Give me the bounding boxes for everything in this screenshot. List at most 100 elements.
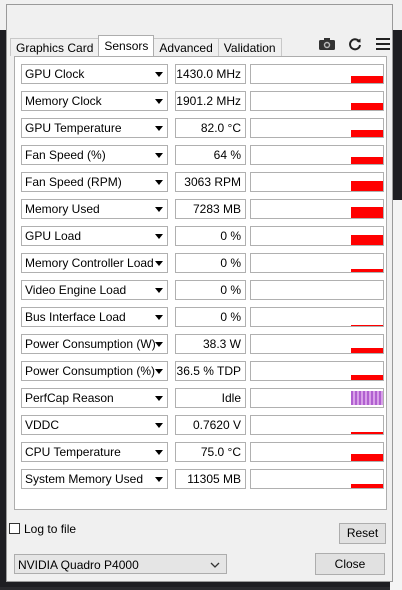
sensor-value: 3063 RPM <box>175 172 246 192</box>
dropdown-arrow-icon <box>155 99 163 104</box>
gpu-select[interactable]: NVIDIA Quadro P4000 <box>14 554 227 574</box>
sensor-row: Bus Interface Load 0 % <box>21 307 385 327</box>
sensor-value: 75.0 °C <box>175 442 246 462</box>
dropdown-arrow-icon <box>155 180 163 185</box>
sensor-name: Video Engine Load <box>25 283 127 297</box>
sensor-row: Memory Clock 1901.2 MHz <box>21 91 385 111</box>
sensor-name: System Memory Used <box>25 472 144 486</box>
sensor-graph <box>250 226 384 246</box>
dropdown-arrow-icon <box>155 207 163 212</box>
reset-button[interactable]: Reset <box>339 523 386 544</box>
sensor-row: GPU Load 0 % <box>21 226 385 246</box>
sensor-name-dropdown[interactable]: GPU Temperature <box>21 118 168 138</box>
sensor-graph <box>250 307 384 327</box>
sensor-value: 0 % <box>175 253 246 273</box>
sensors-panel: GPU Clock 1430.0 MHz Memory Clock 1901.2 MH… <box>14 56 387 510</box>
sensor-name-dropdown[interactable]: GPU Clock <box>21 64 168 84</box>
sensor-row: CPU Temperature 75.0 °C <box>21 442 385 462</box>
log-to-file-checkbox[interactable] <box>9 523 20 534</box>
sensor-value: Idle <box>175 388 246 408</box>
sensor-value: 11305 MB <box>175 469 246 489</box>
sensor-name-dropdown[interactable]: PerfCap Reason <box>21 388 168 408</box>
sensor-name: GPU Clock <box>25 67 85 81</box>
sensor-value: 0 % <box>175 307 246 327</box>
sensor-name-dropdown[interactable]: Power Consumption (%) <box>21 361 168 381</box>
sensor-name-dropdown[interactable]: Bus Interface Load <box>21 307 168 327</box>
close-button[interactable]: Close <box>315 553 385 575</box>
tab-sensors[interactable]: Sensors <box>98 35 155 56</box>
sensor-name-dropdown[interactable]: Fan Speed (%) <box>21 145 168 165</box>
sensor-graph-fill <box>351 181 383 191</box>
sensor-row: System Memory Used 11305 MB <box>21 469 385 489</box>
sensor-graph <box>250 199 384 219</box>
sensor-value: 0 % <box>175 226 246 246</box>
sensor-name: Bus Interface Load <box>25 310 126 324</box>
sensor-value: 0 % <box>175 280 246 300</box>
sensor-row: Memory Controller Load 0 % <box>21 253 385 273</box>
tab-advanced[interactable]: Advanced <box>153 38 219 56</box>
sensor-name: Power Consumption (%) <box>25 364 156 378</box>
sensor-row: Fan Speed (RPM) 3063 RPM <box>21 172 385 192</box>
sensor-graph-fill <box>351 432 383 434</box>
sensor-graph <box>250 442 384 462</box>
sensor-name-dropdown[interactable]: Memory Controller Load <box>21 253 168 273</box>
dropdown-arrow-icon <box>155 396 163 401</box>
sensor-graph-fill <box>351 391 383 405</box>
sensor-name-dropdown[interactable]: Memory Used <box>21 199 168 219</box>
sensor-graph-fill <box>351 103 383 110</box>
sensor-graph-fill <box>351 235 383 245</box>
dropdown-arrow-icon <box>155 423 163 428</box>
sensor-name: CPU Temperature <box>25 445 121 459</box>
sensor-name: Memory Used <box>25 202 100 216</box>
sensor-name: GPU Load <box>25 229 82 243</box>
sensor-name-dropdown[interactable]: Fan Speed (RPM) <box>21 172 168 192</box>
hamburger-menu-icon[interactable] <box>374 36 392 52</box>
sensor-name-dropdown[interactable]: GPU Load <box>21 226 168 246</box>
sensor-graph-fill <box>351 207 383 218</box>
sensor-name: Memory Controller Load <box>25 256 154 270</box>
sensor-name-dropdown[interactable]: Memory Clock <box>21 91 168 111</box>
tab-validation[interactable]: Validation <box>217 38 282 56</box>
sensor-graph-fill <box>351 454 383 461</box>
sensor-graph-fill <box>351 325 383 326</box>
sensor-name-dropdown[interactable]: VDDC <box>21 415 168 435</box>
dropdown-arrow-icon <box>155 369 163 374</box>
tab-bar: Graphics Card Sensors Advanced Validatio… <box>10 34 282 56</box>
sensor-graph <box>250 64 384 84</box>
sensor-graph <box>250 280 384 300</box>
sensor-name: GPU Temperature <box>25 121 122 135</box>
sensor-name-dropdown[interactable]: CPU Temperature <box>21 442 168 462</box>
sensor-graph <box>250 361 384 381</box>
refresh-icon[interactable] <box>346 36 364 52</box>
sensor-graph <box>250 469 384 489</box>
sensor-row: Power Consumption (%) 36.5 % TDP <box>21 361 385 381</box>
sensor-row: Memory Used 7283 MB <box>21 199 385 219</box>
sensor-name-dropdown[interactable]: System Memory Used <box>21 469 168 489</box>
sensor-name: Fan Speed (%) <box>25 148 106 162</box>
sensor-graph-fill <box>351 484 383 488</box>
sensor-graph-fill <box>351 375 383 380</box>
dropdown-arrow-icon <box>155 234 163 239</box>
sensor-row: Video Engine Load 0 % <box>21 280 385 300</box>
sensor-name: Memory Clock <box>25 94 102 108</box>
sensor-row: Fan Speed (%) 64 % <box>21 145 385 165</box>
sensor-value: 0.7620 V <box>175 415 246 435</box>
log-to-file-label: Log to file <box>24 522 77 536</box>
dropdown-arrow-icon <box>155 153 163 158</box>
gpu-select-value: NVIDIA Quadro P4000 <box>18 558 139 572</box>
camera-icon[interactable] <box>318 36 336 52</box>
sensor-value: 82.0 °C <box>175 118 246 138</box>
sensor-name: Fan Speed (RPM) <box>25 175 122 189</box>
sensor-name: PerfCap Reason <box>25 391 114 405</box>
sensor-graph <box>250 334 384 354</box>
sensor-graph <box>250 253 384 273</box>
sensor-name-dropdown[interactable]: Power Consumption (W) <box>21 334 168 354</box>
sensor-name-dropdown[interactable]: Video Engine Load <box>21 280 168 300</box>
dropdown-arrow-icon <box>155 315 163 320</box>
sensor-value: 36.5 % TDP <box>175 361 246 381</box>
toolbar <box>318 36 392 52</box>
tab-graphics-card[interactable]: Graphics Card <box>10 38 100 56</box>
sensor-graph-fill <box>351 348 383 353</box>
dropdown-arrow-icon <box>155 288 163 293</box>
sensor-value: 38.3 W <box>175 334 246 354</box>
